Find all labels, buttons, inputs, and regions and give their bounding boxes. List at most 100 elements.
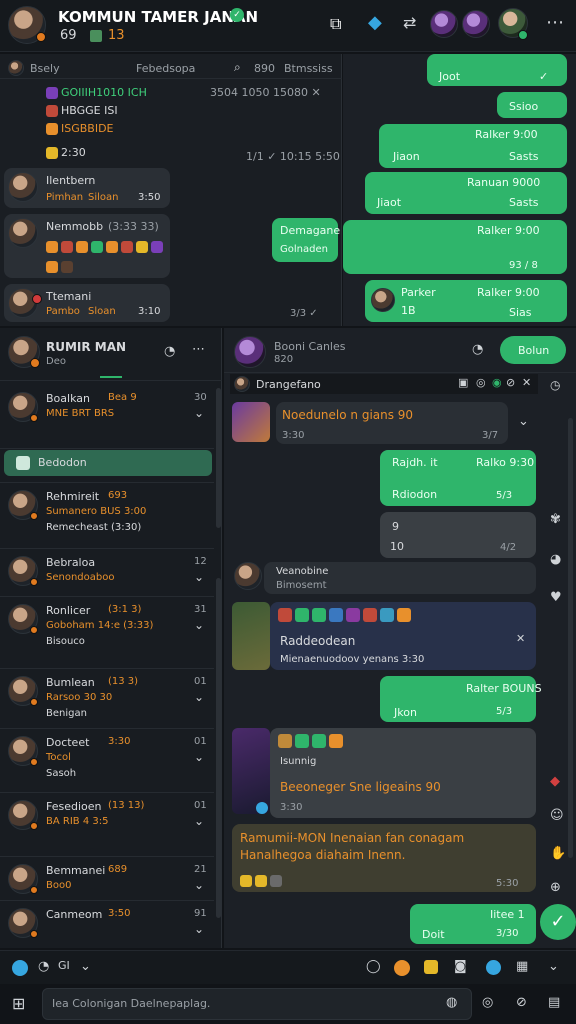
list-item-extra: Sasoh bbox=[46, 768, 77, 779]
list-item-badge bbox=[30, 414, 38, 422]
chevron-down-icon[interactable]: ⌄ bbox=[194, 618, 204, 632]
image-icon[interactable]: ▣ bbox=[458, 376, 468, 389]
list-item[interactable]: Bumlean (13 3) Rarsoo 30 30 01 ⌄ Benigan bbox=[0, 674, 214, 719]
list-item[interactable]: Ronlicer (3:1 3) Goboham 14:e (3:33) 31 ⌄ Bi… bbox=[0, 602, 214, 647]
list-item[interactable]: Rehmireit 693 Sumanero BUS 3:00 Remecheast … bbox=[0, 488, 214, 533]
list-item-name: Bebraloa bbox=[46, 556, 96, 569]
square-app-icon[interactable]: ⧉ bbox=[330, 14, 341, 34]
dot-icon[interactable]: ◎ bbox=[476, 376, 486, 389]
list-item-badge bbox=[30, 512, 38, 520]
tr-b6c: 1B bbox=[401, 304, 416, 317]
list-item[interactable]: Fesedioen (13 13) BA RIB 4 3:5 01 ⌄ bbox=[0, 798, 214, 838]
chevron-down-icon[interactable]: ⌄ bbox=[194, 814, 204, 828]
list-item[interactable]: Canmeom 3:50 91 ⌄ bbox=[0, 906, 214, 946]
diamond-icon[interactable]: ◆ bbox=[368, 12, 382, 33]
list-item-badge bbox=[30, 886, 38, 894]
list-scrollbar[interactable] bbox=[216, 388, 221, 528]
game-icon bbox=[90, 30, 102, 42]
header-avatar-3[interactable] bbox=[462, 10, 490, 38]
header-title: KOMMUN TAMER JANAN bbox=[58, 8, 259, 26]
toolbar-app-icon[interactable] bbox=[12, 960, 28, 976]
m8-emojis bbox=[240, 874, 285, 887]
side-react-icon-7[interactable]: ⊕ bbox=[550, 880, 561, 895]
tr-b2: Ssioo bbox=[509, 100, 539, 113]
list-item-name: Fesedioen bbox=[46, 800, 102, 813]
clock-icon[interactable]: ◷ bbox=[550, 378, 560, 392]
chat-1-avatar[interactable] bbox=[8, 172, 38, 202]
globe-icon[interactable] bbox=[486, 960, 501, 975]
list-item-tag: 3:30 bbox=[108, 736, 131, 747]
camera-icon[interactable]: ◙ bbox=[454, 959, 467, 974]
chevron-down-icon[interactable]: ⌄ bbox=[194, 878, 204, 892]
send-fab[interactable]: ✓ bbox=[540, 904, 576, 940]
m6-a: Ralter BOUNS bbox=[466, 682, 542, 695]
chat-3-sub: Pambo bbox=[46, 306, 80, 317]
m1-thumb[interactable] bbox=[232, 402, 270, 442]
compose-icon[interactable]: ◔ bbox=[164, 344, 175, 359]
header-avatar-2[interactable] bbox=[430, 10, 458, 38]
list-item[interactable]: Bedodon bbox=[4, 450, 212, 476]
list-item[interactable]: Docteet 3:30 Tocol 01 ⌄ Sasoh bbox=[0, 734, 214, 779]
check-circle-icon[interactable]: ◎ bbox=[482, 995, 493, 1010]
side-react-icon-4[interactable]: ◆ bbox=[550, 774, 560, 789]
gif-icon[interactable]: GI bbox=[58, 959, 70, 972]
folder-icon[interactable] bbox=[424, 960, 438, 974]
search-icon[interactable]: ⌕ bbox=[234, 60, 241, 75]
m4-avatar[interactable] bbox=[234, 562, 262, 590]
sticker-icon[interactable] bbox=[394, 960, 410, 976]
header-count: 69 bbox=[60, 28, 77, 43]
list-item-preview: MNE BRT BRS bbox=[46, 408, 115, 419]
tr-b5b: 93 / 8 bbox=[509, 260, 538, 271]
swap-icon[interactable]: ⇄ bbox=[403, 13, 416, 32]
grid-icon[interactable]: ▦ bbox=[516, 959, 528, 974]
m1-expand-icon[interactable]: ⌄ bbox=[518, 414, 529, 429]
side-react-icon-5[interactable]: ☺ bbox=[550, 808, 564, 823]
pane-avatar[interactable] bbox=[8, 60, 24, 76]
thread-close-icon[interactable]: ✕ bbox=[522, 376, 531, 389]
m3-b: 10 bbox=[390, 540, 404, 553]
link-icon[interactable]: ⊘ bbox=[516, 995, 527, 1010]
side-react-icon-1[interactable]: ✾ bbox=[550, 512, 561, 527]
pin-icon[interactable]: ⊘ bbox=[506, 376, 515, 389]
call-icon[interactable]: ◔ bbox=[472, 342, 483, 357]
m6-c: 5/3 bbox=[496, 706, 513, 717]
row-4-right: 1/1 ✓ 10:15 5:50 bbox=[246, 150, 340, 163]
chat-header-avatar[interactable] bbox=[234, 336, 266, 368]
list-item[interactable]: Bebraloa Senondoaboo 12 ⌄ bbox=[0, 554, 214, 594]
list-item-tag: (13 13) bbox=[108, 800, 145, 811]
side-react-icon-3[interactable]: ♥ bbox=[550, 590, 562, 605]
chevron-down-icon[interactable]: ⌄ bbox=[194, 750, 204, 764]
list-item[interactable]: Boalkan Bea 9 MNE BRT BRS 30 ⌄ bbox=[0, 390, 214, 430]
list-item-preview: Senondoaboo bbox=[46, 572, 115, 583]
m5-thumb[interactable] bbox=[232, 602, 270, 670]
list-item[interactable]: Bemmanei 689 Boo0 21 ⌄ bbox=[0, 862, 214, 902]
m5-close-icon[interactable]: ✕ bbox=[516, 632, 525, 645]
chat-2-avatar[interactable] bbox=[8, 218, 38, 248]
emoji-icon[interactable]: ◔ bbox=[38, 959, 49, 974]
chevron-down-icon[interactable]: ⌄ bbox=[194, 570, 204, 584]
chat-1-name: Ilentbern bbox=[46, 174, 96, 187]
side-react-icon-6[interactable]: ✋ bbox=[550, 846, 566, 861]
list-item-name: Ronlicer bbox=[46, 604, 91, 617]
chevron-down-icon[interactable]: ⌄ bbox=[194, 690, 204, 704]
list-more-icon[interactable]: ⋯ bbox=[192, 342, 205, 357]
tr-b3b: Jiaon bbox=[393, 150, 420, 163]
side-react-icon-2[interactable]: ◕ bbox=[550, 552, 561, 567]
status-dot-icon[interactable]: ◉ bbox=[492, 376, 502, 389]
chevron-down-icon[interactable]: ⌄ bbox=[80, 959, 91, 974]
m5-b: Mienaenuodoov yenans 3:30 bbox=[280, 654, 425, 665]
menu-icon[interactable]: ▤ bbox=[548, 995, 560, 1010]
list-scrollbar-2[interactable] bbox=[216, 578, 221, 918]
windows-icon[interactable]: ⊞ bbox=[12, 994, 25, 1013]
attach-icon[interactable]: ◍ bbox=[446, 995, 457, 1010]
chat-2-emojis-2 bbox=[46, 260, 76, 273]
more-icon[interactable]: ⋯ bbox=[546, 12, 564, 33]
m2-d: 5/3 bbox=[496, 490, 513, 501]
chevron-down-icon[interactable]: ⌄ bbox=[194, 922, 204, 936]
chat-bubble-icon[interactable]: ◯ bbox=[366, 959, 381, 974]
chat-scrollbar[interactable] bbox=[568, 418, 573, 858]
chat-sub: 820 bbox=[274, 354, 294, 365]
dropdown-icon[interactable]: ⌄ bbox=[548, 959, 559, 974]
chevron-down-icon[interactable]: ⌄ bbox=[194, 406, 204, 420]
m7-thumb[interactable] bbox=[232, 728, 270, 814]
